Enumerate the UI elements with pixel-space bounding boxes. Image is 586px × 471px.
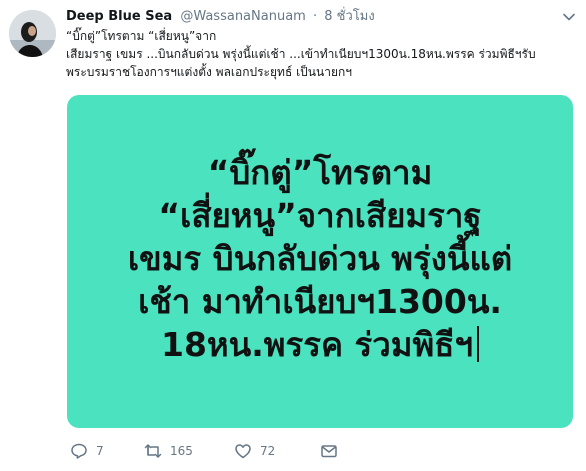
separator-dot: · bbox=[312, 9, 318, 24]
media-text: “บิ๊กตู่”โทรตาม “เสี่ยหนู”จากเสียมราฐ เข… bbox=[67, 151, 573, 366]
reply-icon bbox=[71, 443, 87, 459]
chevron-down-icon[interactable] bbox=[562, 10, 576, 24]
text-cursor-caret bbox=[476, 326, 479, 362]
retweet-icon bbox=[144, 444, 162, 458]
tweet-text-line: เสียมราฐ เขมร ...บินกลับด่วน พรุ่งนี้แต่… bbox=[66, 47, 536, 61]
like-count: 72 bbox=[260, 444, 276, 458]
tweet-header: Deep Blue Sea @WassanaNanuam · 8 ชั่วโมง bbox=[66, 8, 576, 26]
avatar-photo bbox=[9, 10, 56, 57]
timestamp[interactable]: 8 ชั่วโมง bbox=[324, 9, 374, 24]
tweet-text-line: พระบรมราชโองการฯแต่งตั้ง พลเอกประยุทธ์ เ… bbox=[66, 65, 352, 79]
media-text-line: 18หน.พรรค ร่วมพิธีฯ bbox=[161, 325, 473, 364]
media-text-line: “บิ๊กตู่”โทรตาม bbox=[207, 153, 433, 192]
direct-message-button[interactable] bbox=[320, 440, 338, 462]
tweet: Deep Blue Sea @WassanaNanuam · 8 ชั่วโมง… bbox=[0, 0, 586, 471]
media-text-line: เขมร บินกลับด่วน พรุ่งนี้แต่ bbox=[127, 239, 513, 278]
tweet-actions: 7 165 72 bbox=[66, 440, 566, 462]
reply-count: 7 bbox=[96, 444, 104, 458]
tweet-media-image[interactable]: “บิ๊กตู่”โทรตาม “เสี่ยหนู”จากเสียมราฐ เข… bbox=[67, 95, 573, 428]
heart-icon bbox=[235, 444, 251, 459]
reply-button[interactable]: 7 bbox=[70, 440, 104, 462]
like-button[interactable]: 72 bbox=[234, 440, 275, 462]
tweet-text: “บิ๊กตู่”โทรตาม “เสี่ยหนู”จาก เสียมราฐ เ… bbox=[66, 27, 576, 81]
media-text-line-last: 18หน.พรรค ร่วมพิธีฯ bbox=[67, 323, 573, 366]
retweet-count: 165 bbox=[170, 444, 193, 458]
display-name[interactable]: Deep Blue Sea bbox=[66, 9, 172, 24]
tweet-text-line: “บิ๊กตู่”โทรตาม “เสี่ยหนู”จาก bbox=[66, 29, 217, 43]
media-text-line: “เสี่ยหนู”จากเสียมราฐ bbox=[158, 196, 482, 235]
retweet-button[interactable]: 165 bbox=[144, 440, 193, 462]
media-text-line: เช้า มาทำเนียบฯ1300น. bbox=[138, 282, 502, 321]
envelope-icon bbox=[321, 445, 337, 458]
avatar[interactable] bbox=[9, 10, 56, 57]
user-handle[interactable]: @WassanaNanuam bbox=[180, 9, 306, 24]
